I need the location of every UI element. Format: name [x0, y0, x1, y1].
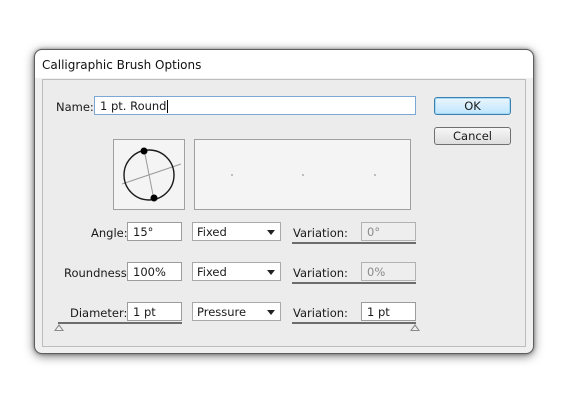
angle-field[interactable]: 15°	[127, 222, 182, 241]
diameter-mode-select[interactable]: Pressure	[192, 302, 281, 321]
dialog-titlebar[interactable]: Calligraphic Brush Options	[35, 50, 533, 78]
dialog-title: Calligraphic Brush Options	[42, 58, 202, 72]
diameter-label: Diameter:	[70, 306, 128, 320]
angle-variation-label: Variation:	[293, 226, 348, 240]
diameter-variation-slider-thumb-icon[interactable]	[410, 324, 420, 331]
text-cursor	[167, 100, 169, 113]
roundness-variation-slider-track	[292, 282, 416, 284]
cancel-button[interactable]: Cancel	[434, 127, 511, 145]
diameter-field[interactable]: 1 pt	[127, 302, 182, 321]
roundness-label: Roundness:	[64, 266, 131, 280]
brush-shape-preview[interactable]	[113, 139, 185, 210]
roundness-field[interactable]: 100%	[127, 262, 182, 281]
diameter-slider-track[interactable]	[58, 322, 182, 324]
roundness-mode-select[interactable]: Fixed	[192, 262, 281, 281]
roundness-mode-value: Fixed	[197, 265, 227, 279]
chevron-down-icon	[267, 230, 275, 235]
angle-variation-slider-track	[292, 242, 416, 244]
angle-mode-value: Fixed	[197, 225, 227, 239]
angle-mode-select[interactable]: Fixed	[192, 222, 281, 241]
name-field[interactable]: 1 pt. Round	[94, 96, 416, 115]
name-field-value: 1 pt. Round	[100, 99, 167, 113]
diameter-variation-field[interactable]: 1 pt	[361, 302, 416, 321]
chevron-down-icon	[267, 310, 275, 315]
name-label: Name:	[56, 100, 94, 114]
chevron-down-icon	[267, 270, 275, 275]
ok-button[interactable]: OK	[434, 97, 511, 115]
stroke-preview-dots	[231, 174, 376, 176]
stroke-preview	[194, 139, 411, 210]
diameter-variation-slider-track[interactable]	[292, 322, 416, 324]
brush-shape-preview-icon	[121, 147, 182, 202]
diameter-variation-label: Variation:	[293, 306, 348, 320]
angle-label: Angle:	[91, 226, 128, 240]
roundness-variation-field[interactable]: 0%	[361, 262, 416, 281]
calligraphic-brush-options-dialog: Calligraphic Brush Options Name: 1 pt. R…	[34, 49, 534, 354]
roundness-variation-label: Variation:	[293, 266, 348, 280]
dialog-content: Name: 1 pt. Round OK Cancel Angle: 15° F…	[42, 79, 526, 347]
diameter-mode-value: Pressure	[197, 305, 247, 319]
angle-variation-field[interactable]: 0°	[361, 222, 416, 241]
diameter-slider-thumb-icon[interactable]	[54, 324, 64, 331]
